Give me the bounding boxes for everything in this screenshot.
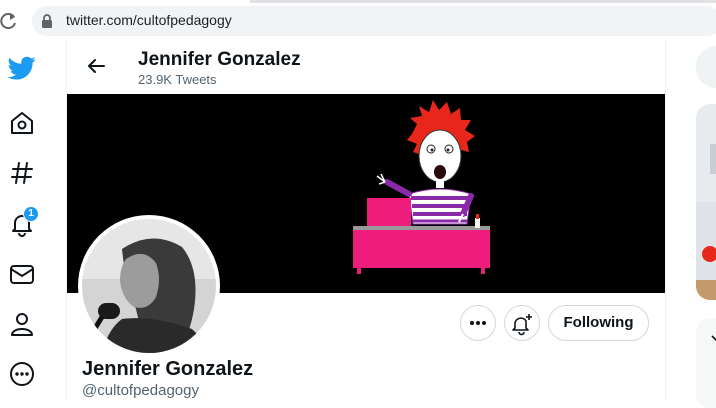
profile-person-icon[interactable] — [8, 310, 36, 338]
bell-plus-icon — [512, 314, 532, 336]
header-tweet-count: 23.9K Tweets — [138, 72, 217, 87]
explore-hashtag-icon[interactable] — [8, 159, 36, 187]
address-bar-url[interactable]: twitter.com/cultofpedagogy — [66, 12, 232, 28]
turn-on-notifications-button[interactable] — [504, 305, 540, 341]
profile-display-name: Jennifer Gonzalez — [82, 358, 254, 380]
lock-icon — [42, 14, 52, 28]
trending-media-card[interactable] — [696, 104, 716, 300]
following-button[interactable]: Following — [548, 305, 649, 341]
profile-avatar[interactable] — [78, 215, 220, 357]
back-arrow-icon[interactable] — [84, 54, 108, 78]
banner-monitor — [367, 198, 411, 228]
search-bar[interactable] — [696, 46, 716, 88]
chevron-down-icon[interactable] — [711, 333, 716, 343]
more-options-button[interactable] — [460, 305, 496, 341]
home-icon[interactable] — [8, 109, 36, 137]
more-horizontal-icon — [470, 321, 486, 325]
profile-handle: @cultofpedagogy — [82, 382, 199, 399]
who-to-follow-card — [696, 318, 716, 408]
messages-envelope-icon[interactable] — [8, 260, 36, 288]
banner-desk — [353, 228, 490, 268]
header-profile-name: Jennifer Gonzalez — [138, 49, 301, 70]
tab-strip-edge — [250, 0, 716, 3]
notification-count-badge: 1 — [23, 206, 39, 222]
avatar-photo — [82, 219, 216, 353]
media-thumbnails — [696, 104, 716, 300]
more-circle-icon[interactable] — [8, 360, 36, 388]
browser-toolbar: twitter.com/cultofpedagogy — [0, 0, 716, 40]
reload-icon[interactable] — [0, 10, 18, 32]
twitter-logo-icon[interactable] — [7, 54, 37, 82]
